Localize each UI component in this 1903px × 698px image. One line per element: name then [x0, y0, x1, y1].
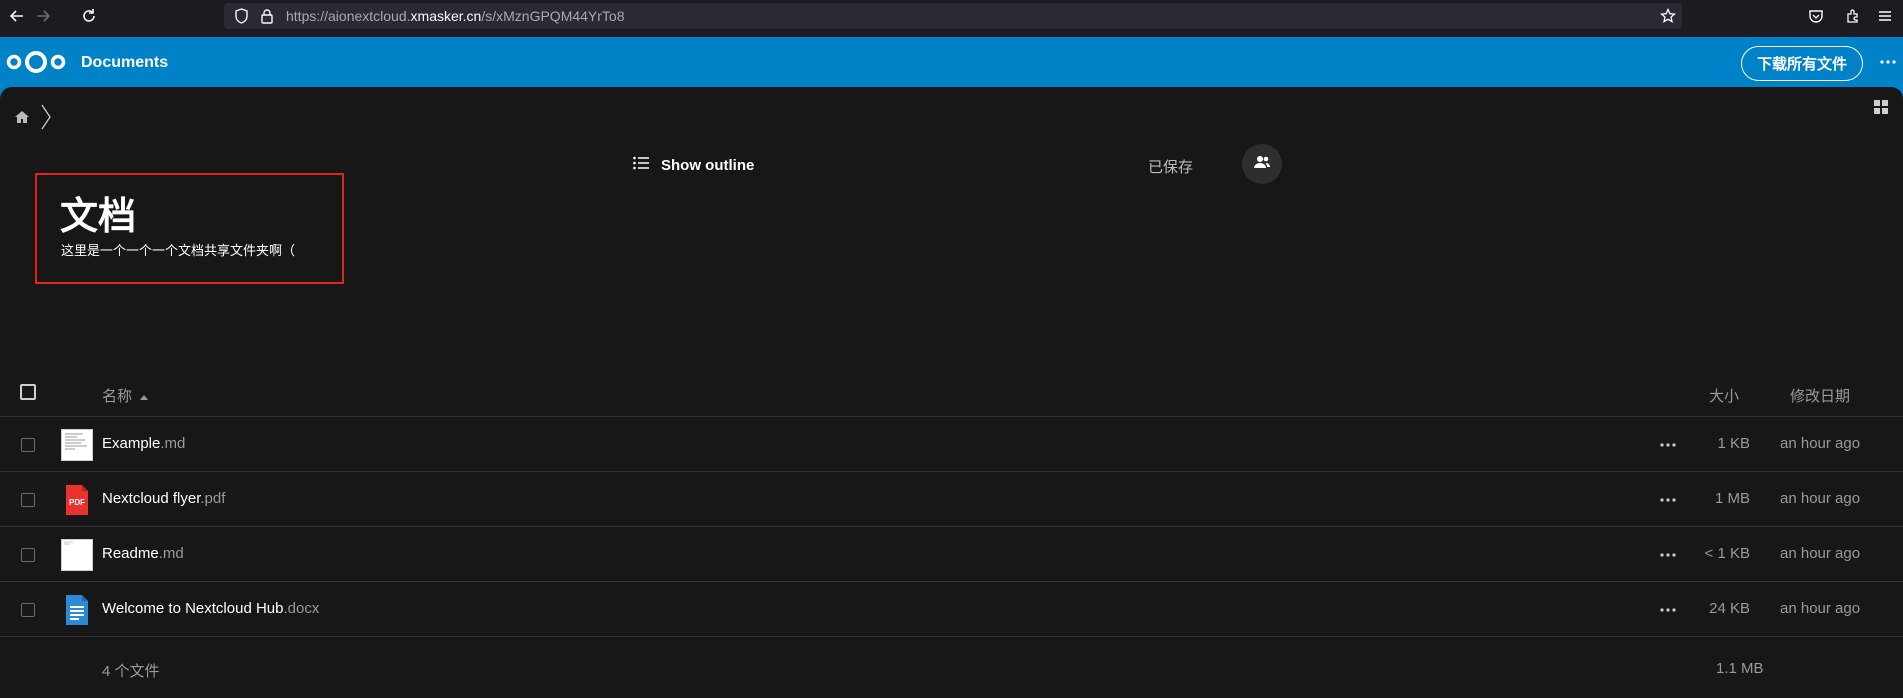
column-modified-header[interactable]: 修改日期: [1790, 385, 1850, 406]
url-prefix: https://aionextcloud.: [286, 8, 411, 24]
collaborators-button[interactable]: [1242, 144, 1282, 184]
menu-icon[interactable]: [1874, 5, 1896, 27]
download-all-button[interactable]: 下载所有文件: [1741, 46, 1864, 81]
file-size: 1 MB: [1714, 490, 1750, 507]
file-modified: an hour ago: [1780, 545, 1861, 562]
row-checkbox[interactable]: [21, 493, 35, 507]
more-actions-icon[interactable]: [1656, 598, 1680, 622]
url-domain: xmasker.cn: [410, 8, 482, 24]
table-row[interactable]: Readme.md < 1 KB an hour ago: [0, 527, 1903, 582]
nextcloud-logo-icon[interactable]: [6, 48, 66, 81]
file-name[interactable]: Readme.md: [102, 545, 184, 562]
file-basename: Example: [102, 435, 161, 452]
readme-title: 文档: [60, 194, 137, 238]
total-size-summary: 1.1 MB: [1716, 660, 1764, 677]
file-modified: an hour ago: [1780, 490, 1861, 507]
chevron-right-icon: [40, 104, 52, 135]
lock-icon[interactable]: [256, 5, 278, 27]
table-row[interactable]: PDF Nextcloud flyer.pdf 1 MB an hour ago: [0, 472, 1903, 527]
file-basename: Readme: [102, 545, 159, 562]
people-icon: [1254, 155, 1270, 174]
file-extension: .md: [158, 545, 184, 562]
file-name[interactable]: Nextcloud flyer.pdf: [102, 490, 225, 507]
file-basename: Nextcloud flyer: [102, 490, 201, 507]
pocket-icon[interactable]: [1805, 5, 1827, 27]
app-name: Documents: [81, 54, 169, 71]
bookmark-star-icon[interactable]: [1657, 5, 1679, 27]
sort-ascending-icon: [140, 387, 149, 404]
file-size: < 1 KB: [1704, 545, 1750, 562]
show-outline-label: Show outline: [661, 156, 755, 174]
file-name[interactable]: Example.md: [102, 435, 185, 452]
row-checkbox[interactable]: [21, 438, 35, 452]
show-outline-button[interactable]: Show outline: [633, 156, 754, 174]
more-actions-icon[interactable]: [1656, 433, 1680, 457]
document-icon: [61, 594, 93, 626]
select-all-checkbox[interactable]: [20, 384, 36, 400]
more-actions-icon[interactable]: [1656, 543, 1680, 567]
shield-icon[interactable]: [230, 5, 252, 27]
file-name[interactable]: Welcome to Nextcloud Hub.docx: [102, 600, 319, 617]
file-size: 24 KB: [1709, 600, 1750, 617]
pdf-icon: PDF: [61, 484, 93, 516]
file-modified: an hour ago: [1780, 435, 1861, 452]
file-table-header: 名称 大小 修改日期: [0, 372, 1903, 417]
extensions-icon[interactable]: [1842, 5, 1864, 27]
url-path: /s/xMznGPQM44YrTo8: [481, 8, 625, 24]
file-extension: .pdf: [200, 490, 226, 507]
app-header: Documents 下载所有文件: [0, 37, 1903, 87]
file-modified: an hour ago: [1780, 600, 1861, 617]
file-basename: Welcome to Nextcloud Hub: [102, 600, 284, 617]
pdf-badge-text: PDF: [69, 498, 85, 507]
address-bar[interactable]: https://aionextcloud.xmasker.cn/s/xMznGP…: [224, 3, 1682, 29]
text-thumbnail-icon: [61, 429, 93, 461]
file-extension: .md: [160, 435, 186, 452]
table-row[interactable]: Welcome to Nextcloud Hub.docx 24 KB an h…: [0, 582, 1903, 637]
browser-toolbar: https://aionextcloud.xmasker.cn/s/xMznGP…: [0, 0, 1903, 32]
save-status: 已保存: [1148, 159, 1194, 176]
column-name-label: 名称: [102, 388, 133, 405]
home-icon[interactable]: [14, 110, 30, 129]
url-text: https://aionextcloud.xmasker.cn/s/xMznGP…: [286, 8, 625, 24]
blank-thumbnail-icon: [61, 539, 93, 571]
reload-icon[interactable]: [77, 4, 101, 28]
list-icon: [633, 156, 649, 174]
forward-icon[interactable]: [31, 4, 55, 28]
grid-view-icon[interactable]: [1874, 100, 1888, 119]
row-checkbox[interactable]: [21, 548, 35, 562]
file-size: 1 KB: [1717, 435, 1750, 452]
readme-description: 这里是一个一个一个文档共享文件夹啊（: [61, 244, 296, 259]
back-icon[interactable]: [5, 4, 29, 28]
file-count-summary: 4 个文件: [102, 663, 160, 680]
row-checkbox[interactable]: [21, 603, 35, 617]
column-name-header[interactable]: 名称: [102, 385, 149, 406]
table-row[interactable]: Example.md 1 KB an hour ago: [0, 417, 1903, 472]
more-options-icon[interactable]: [1876, 50, 1900, 74]
more-actions-icon[interactable]: [1656, 488, 1680, 512]
column-size-header[interactable]: 大小: [1709, 385, 1739, 406]
file-extension: .docx: [283, 600, 320, 617]
